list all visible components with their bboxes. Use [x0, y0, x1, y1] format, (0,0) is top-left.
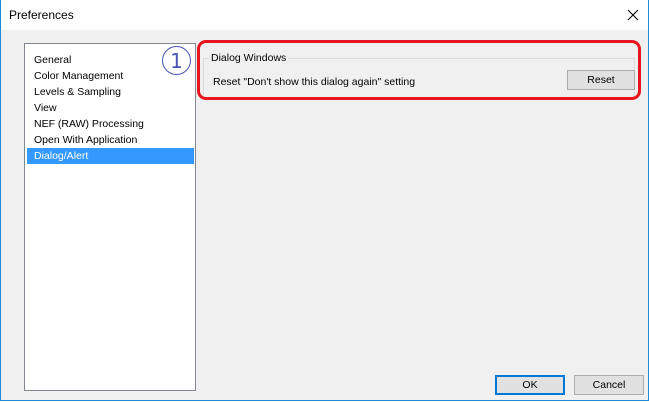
- group-title: Dialog Windows: [209, 52, 289, 64]
- category-list[interactable]: General Color Management Levels & Sampli…: [24, 43, 196, 391]
- preferences-dialog: Preferences General Color Management Lev…: [0, 0, 649, 401]
- sidebar-item-nef-raw-processing[interactable]: NEF (RAW) Processing: [27, 116, 194, 132]
- sidebar-item-levels-sampling[interactable]: Levels & Sampling: [27, 84, 194, 100]
- callout-number-text: 1: [170, 48, 183, 73]
- close-button[interactable]: [618, 0, 648, 30]
- reset-setting-label: Reset "Don't show this dialog again" set…: [213, 76, 416, 88]
- callout-number: 1: [162, 46, 191, 75]
- close-icon: [627, 9, 639, 21]
- window-title: Preferences: [9, 8, 74, 22]
- ok-button[interactable]: OK: [495, 375, 565, 395]
- sidebar-item-open-with-application[interactable]: Open With Application: [27, 132, 194, 148]
- sidebar-item-view[interactable]: View: [27, 100, 194, 116]
- reset-button[interactable]: Reset: [567, 70, 635, 90]
- cancel-button[interactable]: Cancel: [574, 375, 644, 395]
- sidebar-item-dialog-alert[interactable]: Dialog/Alert: [27, 148, 194, 164]
- title-bar: Preferences: [1, 0, 648, 30]
